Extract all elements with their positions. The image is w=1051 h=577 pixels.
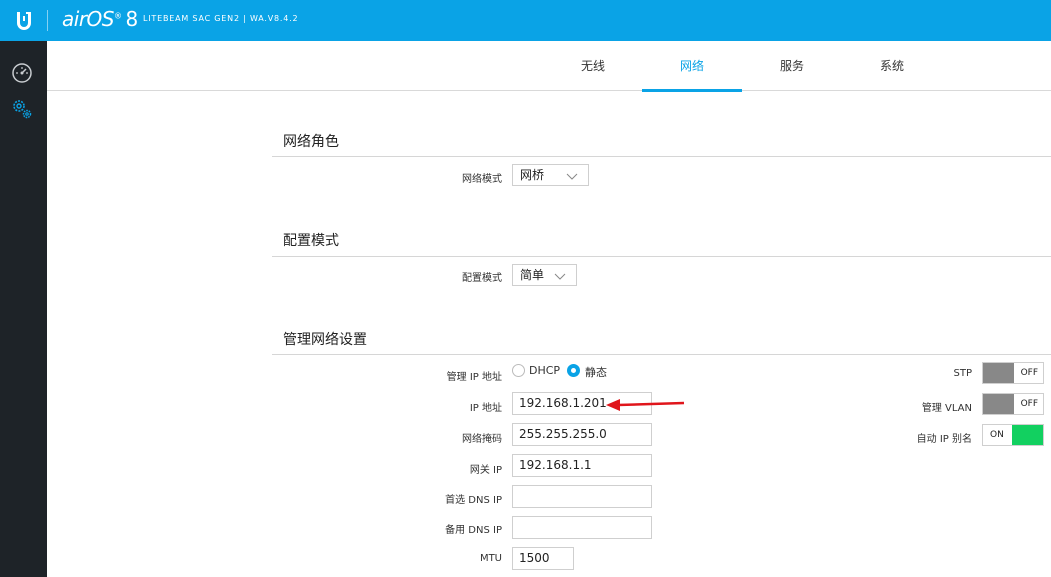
primary-dns-input[interactable] [512, 485, 652, 508]
config-mode-value: 简单 [520, 268, 545, 282]
static-radio[interactable] [567, 364, 580, 377]
section-divider [272, 156, 1051, 157]
netmask-input[interactable]: 255.255.255.0 [512, 423, 652, 446]
logo-divider [47, 10, 48, 31]
secondary-dns-input[interactable] [512, 516, 652, 539]
stp-toggle[interactable]: OFF [982, 362, 1044, 384]
dhcp-radio-label[interactable]: DHCP [529, 364, 560, 377]
settings-gears-icon[interactable] [10, 97, 34, 121]
primary-dns-label: 首选 DNS IP [445, 495, 502, 506]
section-divider [272, 256, 1051, 257]
mgmt-ip-address-label: 管理 IP 地址 [446, 372, 502, 383]
static-radio-label[interactable]: 静态 [585, 364, 607, 380]
chevron-down-icon [566, 168, 578, 188]
section-title-config-mode: 配置模式 [283, 233, 339, 249]
red-arrow-annotation [606, 399, 685, 411]
device-model: LITEBEAM SAC GEN2 | WA.V8.4.2 [143, 14, 299, 23]
config-mode-label: 配置模式 [462, 273, 502, 284]
dashboard-icon[interactable] [10, 61, 34, 85]
network-mode-label: 网络模式 [462, 174, 502, 185]
toggle-knob [983, 394, 1014, 414]
mgmt-vlan-toggle[interactable]: OFF [982, 393, 1044, 415]
netmask-label: 网络掩码 [462, 434, 502, 445]
network-mode-value: 网桥 [520, 168, 545, 182]
config-mode-select[interactable]: 简单 [512, 264, 577, 286]
mtu-label: MTU [479, 553, 502, 564]
toggle-state: OFF [1020, 368, 1038, 378]
tab-services[interactable]: 服务 [742, 41, 842, 91]
brand-logo: airOS® 8 [62, 7, 138, 31]
mtu-input[interactable]: 1500 [512, 547, 574, 570]
mgmt-vlan-label: 管理 VLAN [921, 403, 972, 414]
ip-address-label: IP 地址 [469, 403, 502, 414]
dhcp-radio[interactable] [512, 364, 525, 377]
ubiquiti-logo-icon[interactable] [0, 0, 47, 41]
toggle-knob [983, 363, 1014, 383]
top-bar: airOS® 8 LITEBEAM SAC GEN2 | WA.V8.4.2 [0, 0, 1051, 41]
tab-network[interactable]: 网络 [642, 41, 742, 92]
auto-ip-alias-label: 自动 IP 别名 [916, 434, 972, 445]
toggle-state: OFF [1020, 399, 1038, 409]
auto-ip-alias-toggle[interactable]: ON [982, 424, 1044, 446]
stp-label: STP [953, 368, 973, 379]
tab-bar: 无线 网络 服务 系统 [47, 41, 1051, 92]
secondary-dns-label: 备用 DNS IP [445, 525, 502, 536]
toggle-knob [1012, 425, 1043, 445]
section-divider [272, 354, 1051, 355]
tab-wireless[interactable]: 无线 [543, 41, 643, 91]
network-mode-select[interactable]: 网桥 [512, 164, 589, 186]
section-title-network-role: 网络角色 [283, 134, 339, 150]
toggle-state: ON [990, 430, 1004, 440]
gateway-ip-input[interactable]: 192.168.1.1 [512, 454, 652, 477]
chevron-down-icon [554, 268, 566, 288]
gateway-ip-label: 网关 IP [469, 465, 502, 476]
sidebar [0, 41, 47, 577]
tab-system[interactable]: 系统 [842, 41, 942, 91]
section-title-mgmt-network: 管理网络设置 [283, 332, 367, 348]
